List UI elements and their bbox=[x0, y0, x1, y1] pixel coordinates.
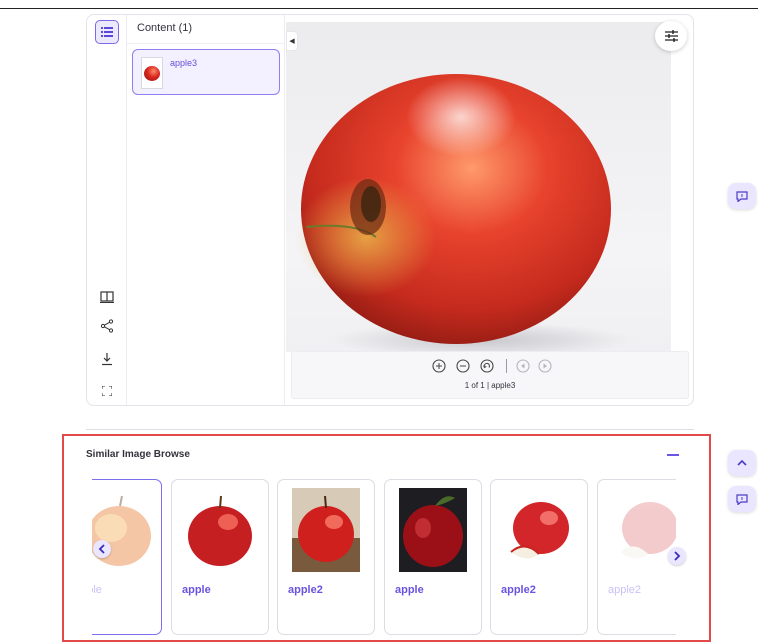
window-top-border bbox=[0, 8, 758, 9]
rotate-icon bbox=[480, 359, 494, 373]
similar-image-strip: apple apple apple2 bbox=[92, 479, 676, 637]
similar-card-image bbox=[505, 488, 573, 572]
divider bbox=[127, 43, 284, 44]
similar-card-label: apple2 bbox=[288, 584, 323, 596]
comment-icon bbox=[736, 190, 748, 202]
content-thumbnail bbox=[141, 57, 163, 89]
zoom-out-icon bbox=[456, 359, 470, 373]
fullscreen-button[interactable] bbox=[95, 379, 119, 403]
next-icon bbox=[538, 359, 552, 373]
similar-card-label: apple bbox=[182, 584, 211, 596]
similar-title: Similar Image Browse bbox=[86, 449, 190, 460]
image-stage bbox=[286, 22, 671, 352]
similar-card[interactable]: apple bbox=[171, 479, 269, 635]
apple-main-image bbox=[296, 74, 631, 352]
chevron-left-icon bbox=[98, 544, 105, 554]
similar-card-label: apple bbox=[92, 584, 102, 596]
viewer-toolbar: 1 of 1 | apple3 bbox=[291, 351, 689, 399]
similar-card[interactable]: apple bbox=[384, 479, 482, 635]
zoom-out-button[interactable] bbox=[456, 359, 470, 373]
sliders-icon bbox=[664, 30, 678, 42]
content-item-label: apple3 bbox=[170, 58, 198, 68]
content-panel-title: Content (1) bbox=[137, 22, 193, 34]
similar-card-label: apple bbox=[395, 584, 424, 596]
similar-card-image bbox=[92, 488, 153, 572]
next-page-button[interactable] bbox=[538, 359, 552, 373]
similar-card-image bbox=[399, 488, 467, 572]
left-toolbar-rail bbox=[87, 15, 127, 405]
similar-card-image bbox=[292, 488, 360, 572]
rotate-button[interactable] bbox=[480, 359, 494, 373]
apple-image bbox=[620, 502, 676, 559]
share-button[interactable] bbox=[95, 314, 119, 338]
scroll-to-top-button[interactable] bbox=[728, 450, 756, 476]
image-viewer: Content (1) apple3 ◀ 1 of 1 | apple3 bbox=[86, 14, 694, 406]
similar-card-image bbox=[612, 488, 676, 572]
settings-button[interactable] bbox=[655, 21, 687, 51]
apple-thumbnail-image bbox=[144, 65, 160, 81]
comment-icon bbox=[736, 493, 748, 505]
apple-image bbox=[510, 502, 569, 559]
scroll-right-button[interactable] bbox=[668, 547, 686, 565]
section-divider bbox=[86, 429, 694, 430]
apple-image bbox=[292, 488, 360, 562]
chevron-right-icon bbox=[674, 551, 681, 561]
minimize-button[interactable] bbox=[667, 454, 679, 456]
chevron-up-icon bbox=[737, 459, 747, 466]
similar-card[interactable]: apple2 bbox=[490, 479, 588, 635]
similar-image-browse: Similar Image Browse apple apple bbox=[62, 434, 711, 642]
content-item[interactable]: apple3 bbox=[132, 49, 280, 95]
feedback-button-bottom[interactable] bbox=[728, 486, 756, 512]
zoom-in-button[interactable] bbox=[432, 359, 446, 373]
similar-card-image bbox=[186, 488, 254, 572]
share-icon bbox=[100, 319, 114, 333]
toolbar-separator bbox=[506, 359, 507, 373]
similar-card-label: apple2 bbox=[608, 584, 642, 596]
content-list-button[interactable] bbox=[95, 20, 119, 44]
fullscreen-icon bbox=[102, 386, 112, 396]
similar-card-label: apple2 bbox=[501, 584, 536, 596]
apple-image bbox=[188, 495, 252, 566]
list-icon bbox=[101, 27, 113, 37]
similar-card[interactable]: apple2 bbox=[277, 479, 375, 635]
previous-page-button[interactable] bbox=[516, 359, 530, 373]
book-view-button[interactable] bbox=[95, 285, 119, 309]
previous-icon bbox=[516, 359, 530, 373]
download-icon bbox=[102, 353, 112, 366]
scroll-left-button[interactable] bbox=[93, 540, 111, 558]
download-button[interactable] bbox=[95, 347, 119, 371]
apple-image bbox=[403, 496, 463, 567]
apple-image bbox=[92, 495, 151, 566]
content-panel: Content (1) apple3 bbox=[127, 15, 285, 405]
page-info: 1 of 1 | apple3 bbox=[464, 381, 516, 390]
feedback-button[interactable] bbox=[728, 183, 756, 209]
similar-card[interactable]: apple2 bbox=[597, 479, 676, 635]
collapse-panel-button[interactable]: ◀ bbox=[286, 31, 298, 51]
book-icon bbox=[100, 291, 114, 303]
zoom-in-icon bbox=[432, 359, 446, 373]
